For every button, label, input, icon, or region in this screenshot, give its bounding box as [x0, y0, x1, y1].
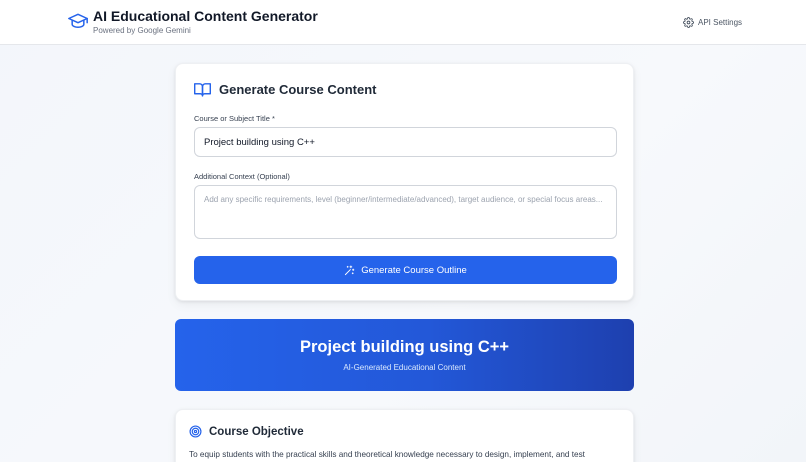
api-settings-button[interactable]: API Settings: [683, 15, 742, 29]
course-banner-subtitle: AI-Generated Educational Content: [343, 363, 466, 372]
open-book-icon: [194, 83, 211, 97]
objective-text: To equip students with the practical ski…: [189, 450, 585, 459]
generate-course-outline-button[interactable]: Generate Course Outline: [194, 256, 617, 284]
objective-header: Course Objective: [189, 425, 304, 438]
app-header: AI Educational Content Generator Powered…: [0, 0, 806, 45]
app-subtitle: Powered by Google Gemini: [93, 26, 191, 35]
graduation-cap-icon: [68, 13, 88, 28]
card-header: Generate Course Content: [194, 82, 376, 97]
api-settings-label: API Settings: [698, 17, 743, 27]
course-title-label: Course or Subject Title *: [194, 114, 275, 123]
course-banner-title: Project building using C++: [299, 338, 510, 356]
card-title: Generate Course Content: [219, 82, 377, 97]
gear-icon: [683, 16, 694, 28]
target-icon: [189, 425, 202, 438]
course-objective-card: Course Objective To equip students with …: [175, 409, 634, 462]
course-title-input[interactable]: [194, 127, 617, 157]
generate-button-label: Generate Course Outline: [361, 264, 467, 276]
additional-context-textarea[interactable]: [194, 185, 617, 239]
generate-course-card: Generate Course Content Course or Subjec…: [175, 63, 634, 301]
app-title: AI Educational Content Generator: [93, 8, 318, 24]
course-banner: Project building using C++ AI-Generated …: [175, 319, 634, 391]
sparkles-icon: [345, 264, 355, 275]
objective-title: Course Objective: [209, 425, 304, 438]
additional-context-label: Additional Context (Optional): [194, 172, 290, 181]
